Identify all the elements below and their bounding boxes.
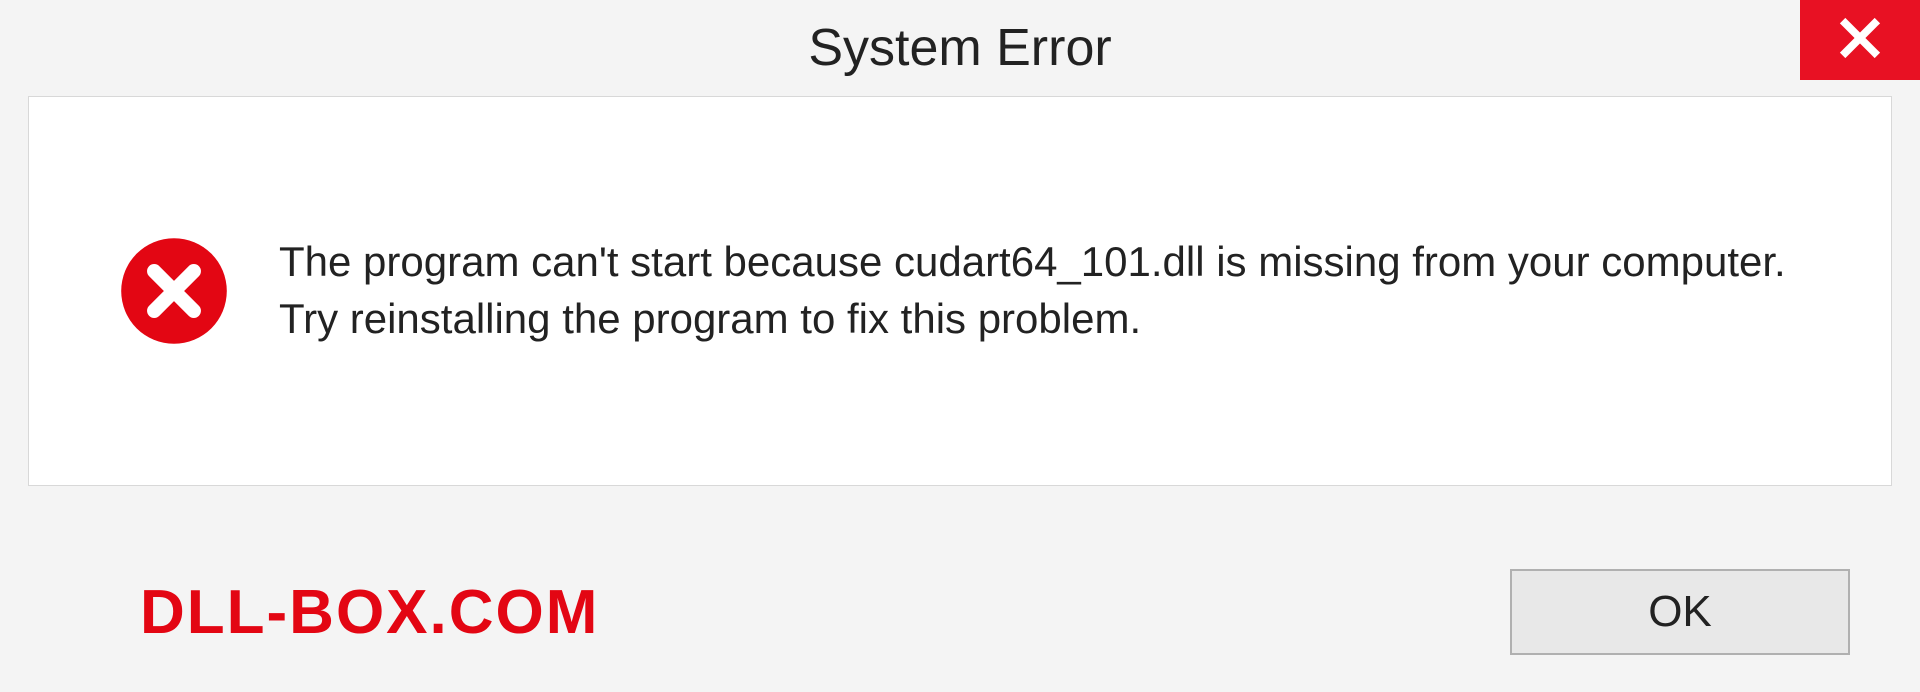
dialog-title: System Error [808,18,1111,78]
title-bar: System Error [0,0,1920,96]
error-icon [119,236,229,346]
content-panel: The program can't start because cudart64… [28,96,1892,486]
watermark-text: DLL-BOX.COM [140,577,599,648]
ok-button[interactable]: OK [1510,569,1850,655]
error-message: The program can't start because cudart64… [279,234,1831,347]
close-button[interactable] [1800,0,1920,80]
footer: DLL-BOX.COM OK [0,532,1920,692]
close-icon [1838,16,1882,65]
